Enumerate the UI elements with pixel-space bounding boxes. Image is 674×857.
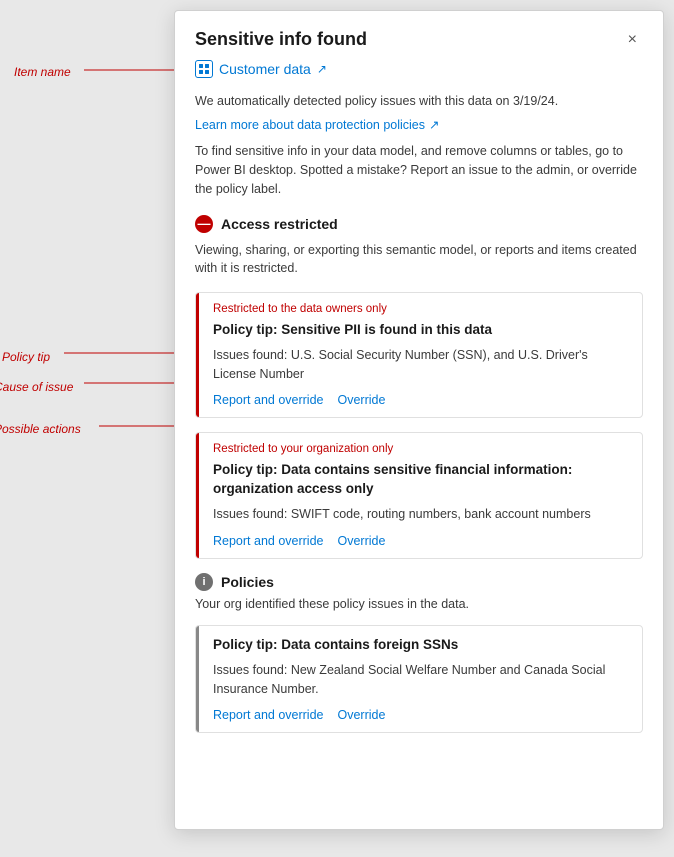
report-override-link-3[interactable]: Report and override (213, 708, 323, 722)
report-override-link-2[interactable]: Report and override (213, 534, 323, 548)
instructions-text: To find sensitive info in your data mode… (195, 142, 643, 198)
learn-more-icon: ↗ (429, 117, 439, 132)
icon-dot-3 (199, 70, 203, 74)
dialog-body: Customer data ↗ We automatically detecte… (175, 60, 663, 767)
policies-section-title: Policies (221, 574, 274, 590)
restricted-label-2: Restricted to your organization only (213, 443, 628, 455)
sensitive-info-dialog: Sensitive info found × Customer data ↗ W… (174, 10, 664, 830)
restricted-label-1: Restricted to the data owners only (213, 303, 628, 315)
policy-card-1: Restricted to the data owners only Polic… (195, 292, 643, 418)
access-restricted-icon: — (195, 215, 213, 233)
policy-tip-title-1: Policy tip: Sensitive PII is found in th… (213, 321, 628, 340)
icon-dot-4 (205, 70, 209, 74)
policy-actions-1: Report and override Override (213, 393, 628, 407)
policies-section-desc: Your org identified these policy issues … (195, 597, 643, 611)
override-link-1[interactable]: Override (337, 393, 385, 407)
item-icon-grid (199, 64, 209, 74)
icon-dot-1 (199, 64, 203, 68)
icon-dot-2 (205, 64, 209, 68)
dialog-header: Sensitive info found × (175, 11, 663, 60)
policy-issues-3: Issues found: New Zealand Social Welfare… (213, 661, 628, 699)
policy-tip-title-3: Policy tip: Data contains foreign SSNs (213, 636, 628, 655)
policy-card-3: Policy tip: Data contains foreign SSNs I… (195, 625, 643, 733)
report-override-link-1[interactable]: Report and override (213, 393, 323, 407)
access-restricted-header: — Access restricted (195, 215, 643, 233)
policy-actions-3: Report and override Override (213, 708, 628, 722)
policies-section-header: i Policies (195, 573, 643, 591)
policy-card-2-inner: Restricted to your organization only Pol… (196, 433, 642, 558)
close-button[interactable]: × (622, 30, 643, 50)
override-link-3[interactable]: Override (337, 708, 385, 722)
policy-issues-1: Issues found: U.S. Social Security Numbe… (213, 346, 628, 384)
item-name-link[interactable]: Customer data (219, 61, 311, 77)
item-external-link-icon: ↗ (317, 62, 327, 76)
item-name-row: Customer data ↗ (195, 60, 643, 78)
policy-card-1-inner: Restricted to the data owners only Polic… (196, 293, 642, 417)
policy-tip-title-2: Policy tip: Data contains sensitive fina… (213, 461, 628, 499)
policy-issues-2: Issues found: SWIFT code, routing number… (213, 505, 628, 524)
policy-card-2: Restricted to your organization only Pol… (195, 432, 643, 559)
item-icon (195, 60, 213, 78)
access-restricted-desc: Viewing, sharing, or exporting this sema… (195, 241, 643, 279)
policy-actions-2: Report and override Override (213, 534, 628, 548)
dialog-title: Sensitive info found (195, 29, 367, 50)
auto-detect-text: We automatically detected policy issues … (195, 92, 643, 111)
learn-more-link[interactable]: Learn more about data protection policie… (195, 117, 440, 132)
info-circle-icon: i (195, 573, 213, 591)
policy-card-3-inner: Policy tip: Data contains foreign SSNs I… (196, 626, 642, 732)
access-restricted-title: Access restricted (221, 216, 338, 232)
learn-more-label: Learn more about data protection policie… (195, 118, 425, 132)
override-link-2[interactable]: Override (337, 534, 385, 548)
